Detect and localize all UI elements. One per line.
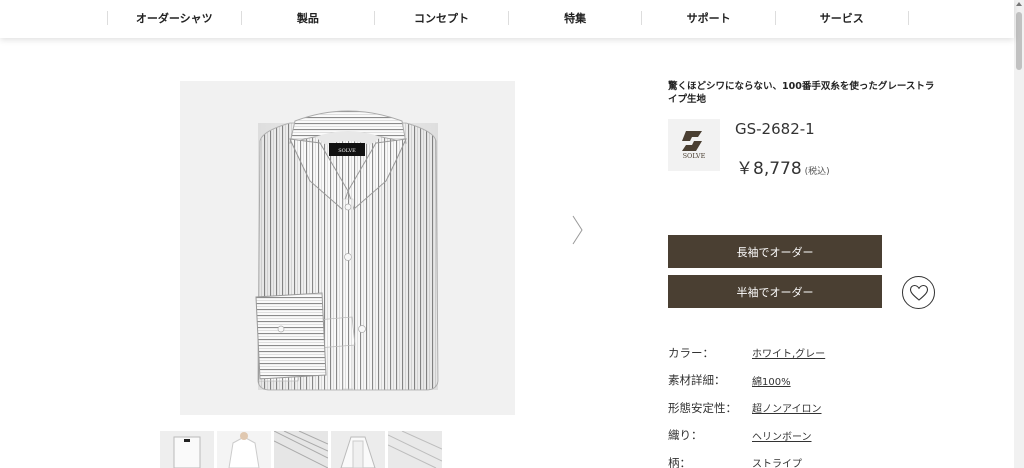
spec-value-link[interactable]: ホワイト,グレー	[752, 345, 825, 360]
spec-row-weave: 織り： ヘリンボーン	[668, 422, 825, 450]
spec-value-link[interactable]: 綿100%	[752, 373, 791, 388]
tax-note: (税込)	[804, 167, 830, 177]
top-navigation: オーダーシャツ 製品 コンセプト 特集 サポート サービス	[0, 0, 1014, 38]
nav-items: オーダーシャツ 製品 コンセプト 特集 サポート サービス	[107, 0, 909, 36]
order-long-sleeve-button[interactable]: 長袖でオーダー	[668, 235, 882, 268]
spec-label: 素材詳細：	[668, 373, 726, 388]
order-short-sleeve-button[interactable]: 半袖でオーダー	[668, 275, 882, 308]
spec-label: 形態安定性：	[668, 400, 737, 415]
spec-label: 織り：	[668, 428, 703, 443]
product-specs: カラー： ホワイト,グレー 素材詳細： 綿100% 形態安定性： 超ノンアイロン…	[668, 339, 825, 468]
product-description: 驚くほどシワにならない、100番手双糸を使ったグレーストライプ生地	[668, 81, 935, 105]
thumbnail-fabric-texture[interactable]	[388, 431, 442, 468]
brand-logo-text: SOLVE	[683, 152, 706, 160]
thumbnail-collar-detail[interactable]	[331, 431, 385, 468]
thumbnail-worn-shirt[interactable]	[217, 431, 271, 468]
spec-value-link[interactable]: 超ノンアイロン	[752, 400, 822, 415]
nav-item-concept[interactable]: コンセプト	[374, 11, 508, 25]
nav-item-products[interactable]: 製品	[240, 11, 375, 25]
shirt-illustration: SOLVE	[255, 110, 439, 391]
brand-logo: SOLVE	[668, 119, 720, 171]
product-price: ￥8,778	[736, 159, 802, 179]
spec-row-material: 素材詳細： 綿100%	[668, 367, 825, 395]
nav-item-services[interactable]: サービス	[774, 11, 909, 25]
spec-value-link[interactable]: ヘリンボーン	[752, 428, 812, 443]
spec-row-pattern: 柄： ストライプ	[668, 449, 825, 468]
collar-label: SOLVE	[338, 148, 356, 154]
nav-item-support[interactable]: サポート	[641, 11, 775, 25]
chevron-right-icon[interactable]	[570, 214, 584, 246]
favorite-button[interactable]	[902, 276, 935, 309]
thumbnail-strip	[160, 431, 442, 468]
scroll-up-icon[interactable]	[1016, 2, 1022, 6]
nav-item-order-shirts[interactable]: オーダーシャツ	[107, 11, 241, 25]
spec-label: カラー：	[668, 345, 714, 360]
spec-row-color: カラー： ホワイト,グレー	[668, 339, 825, 367]
spec-row-wrinkle-resistance: 形態安定性： 超ノンアイロン	[668, 394, 825, 422]
spec-label: 柄：	[668, 455, 691, 468]
heart-icon	[909, 284, 928, 301]
product-code: GS-2682-1	[735, 120, 815, 138]
nav-item-features[interactable]: 特集	[507, 11, 642, 25]
product-main-image: SOLVE	[180, 81, 515, 415]
product-info-panel: 驚くほどシワにならない、100番手双糸を使ったグレーストライプ生地 SOLVE …	[668, 80, 938, 309]
thumbnail-folded-shirt[interactable]	[160, 431, 214, 468]
spec-value-link[interactable]: ストライプ	[752, 455, 802, 468]
page-scrollbar[interactable]	[1014, 0, 1024, 468]
thumbnail-fabric-closeup[interactable]	[274, 431, 328, 468]
price-row: ￥8,778 (税込)	[736, 154, 830, 179]
scrollbar-thumb[interactable]	[1016, 12, 1022, 70]
